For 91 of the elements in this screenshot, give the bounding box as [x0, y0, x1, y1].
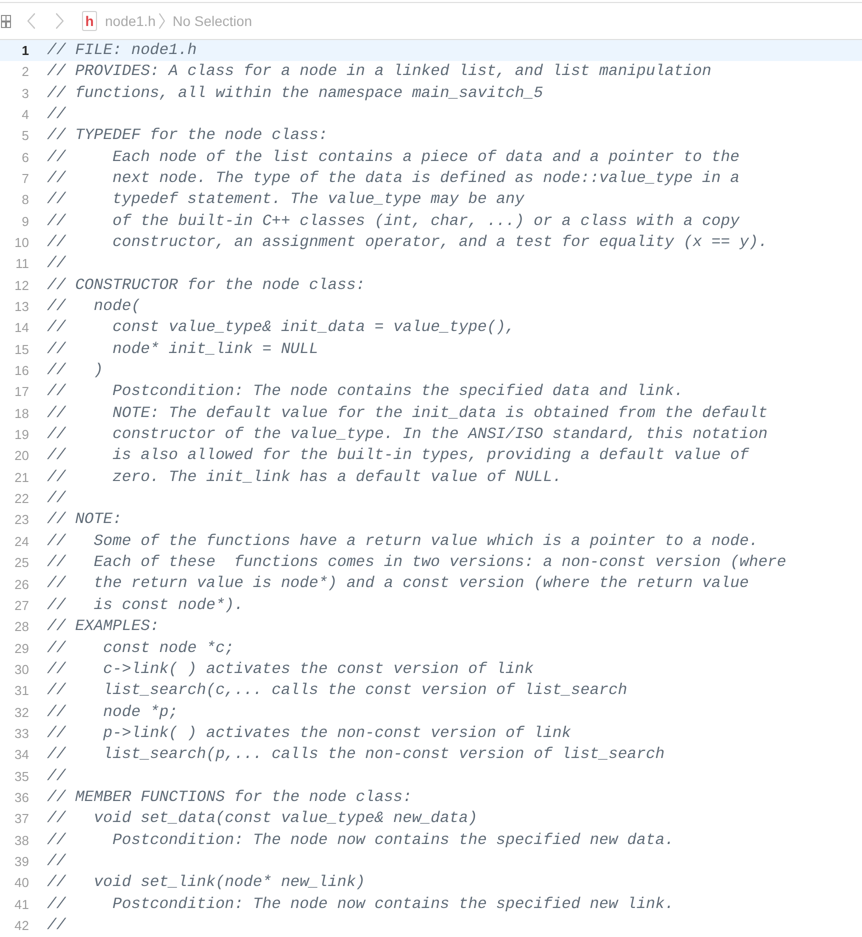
code-line: // list_search(p,... calls the non-const version of list_search — [47, 747, 665, 763]
code-line: // NOTE: The default value for the init_data is obtained from the default — [47, 406, 768, 422]
code-line: // p->link( ) activates the non-const version of link — [47, 726, 572, 742]
line-number: 40 — [14, 874, 29, 892]
line-number: 12 — [14, 276, 29, 295]
code-line: // constructor, an assignment operator, and a test for equality (x == y). — [47, 234, 768, 251]
line-number: 31 — [14, 682, 29, 700]
code-line: // — [47, 256, 66, 272]
code-line: // Postcondition: The node contains the specified data and link. — [47, 384, 684, 400]
line-number: 20 — [14, 447, 29, 466]
code-line: // — [47, 491, 66, 507]
code-line: // — [47, 854, 66, 870]
line-number: 15 — [14, 340, 29, 359]
line-number: 19 — [14, 426, 29, 444]
chevron-icon — [158, 13, 165, 29]
code-line: // c->link( ) activates the const version of link — [47, 662, 534, 678]
code-line: // Postcondition: The node now contains the specified new data. — [47, 832, 674, 848]
line-number: 14 — [14, 319, 29, 338]
line-number: 38 — [14, 832, 29, 850]
line-number: 7 — [20, 170, 29, 188]
code-line: // PROVIDES: A class for a node in a linked list, and list manipulation — [47, 64, 712, 80]
code-line: // MEMBER FUNCTIONS for the node class: — [47, 790, 412, 806]
code-line: // node *p; — [47, 704, 178, 720]
line-number: 34 — [14, 746, 29, 764]
code-line: // FILE: node1.h — [47, 42, 197, 58]
code-line: // Some of the functions have a return value which is a pointer to a node. — [47, 534, 758, 550]
line-number: 6 — [20, 148, 29, 167]
line-number: 21 — [14, 468, 29, 487]
code-line: // void set_link(node* new_link) — [47, 875, 366, 891]
line-number: 3 — [20, 84, 29, 103]
line-number: 37 — [14, 810, 29, 828]
code-line: // void set_data(const value_type& new_data) — [47, 811, 478, 827]
code-line: // is const node*). — [47, 598, 244, 614]
line-number: 9 — [20, 212, 29, 231]
code-line: // node* init_link = NULL — [47, 342, 318, 358]
line-number: 22 — [14, 490, 29, 508]
code-line: // EXAMPLES: — [47, 619, 160, 635]
line-number: 33 — [14, 724, 29, 743]
line-number: 30 — [14, 660, 29, 679]
line-number: 2 — [20, 63, 29, 82]
code-line: // is also allowed for the built-in types, providing a default value of — [47, 448, 749, 464]
line-number: 39 — [14, 852, 29, 871]
code-line: // functions, all within the namespace main_savitch_5 — [47, 86, 543, 102]
line-number: 25 — [14, 554, 29, 572]
code-line: // CONSTRUCTOR for the node class: — [47, 278, 366, 294]
line-number: 17 — [14, 383, 29, 402]
line-number: 5 — [20, 127, 29, 146]
line-number: 41 — [14, 896, 29, 914]
code-line: // Each of these functions comes in two versions: a non-const version (where — [47, 555, 786, 571]
line-number: 13 — [14, 298, 29, 316]
line-number: 28 — [14, 618, 29, 636]
code-line: // constructor of the value_type. In the ANSI/ISO standard, this notation — [47, 427, 768, 443]
line-number: 36 — [14, 788, 29, 807]
code-line: // typedef statement. The value_type may be any — [47, 192, 524, 208]
file-breadcrumb[interactable]: node1.h — [105, 14, 156, 28]
line-number: 23 — [14, 511, 29, 530]
line-number: 8 — [20, 191, 29, 210]
header-file-icon: h — [82, 11, 97, 31]
code-line: // ) — [47, 363, 104, 379]
code-line: // TYPEDEF for the node class: — [47, 128, 328, 144]
code-line: // zero. The init_link has a default value of NULL. — [47, 470, 562, 486]
line-number: 42 — [14, 917, 29, 936]
line-number: 27 — [14, 596, 29, 615]
line-number: 4 — [20, 106, 29, 124]
line-number: 18 — [14, 404, 29, 423]
code-line: // — [47, 768, 66, 784]
line-number: 16 — [14, 362, 29, 380]
line-number: 24 — [14, 532, 29, 551]
grid-icon[interactable] — [1, 14, 11, 28]
code-line: // list_search(c,... calls the const version of list_search — [47, 683, 628, 699]
code-line: // Each node of the list contains a piece of data and a pointer to the — [47, 150, 740, 166]
back-chevron-icon[interactable] — [27, 13, 35, 29]
code-line: // the return value is node*) and a const version (where the return value — [47, 576, 749, 592]
forward-chevron-icon[interactable] — [56, 13, 64, 29]
code-line: // const node *c; — [47, 640, 234, 656]
code-line: // NOTE: — [47, 512, 122, 528]
line-number: 11 — [14, 255, 29, 274]
line-number: 29 — [14, 640, 29, 658]
code-line: // of the built-in C++ classes (int, char, ...) or a class with a copy — [47, 214, 740, 230]
code-line: // — [47, 918, 66, 934]
line-number: 1 — [20, 42, 29, 60]
line-number: 35 — [14, 768, 29, 786]
code-line: // Postcondition: The node now contains the specified new link. — [47, 896, 674, 912]
code-line: // node( — [47, 299, 141, 315]
code-line: // const value_type& init_data = value_type(), — [47, 320, 515, 336]
selection-breadcrumb[interactable]: No Selection — [172, 14, 252, 28]
line-number: 10 — [14, 234, 29, 252]
line-number: 32 — [14, 704, 29, 722]
code-line: // — [47, 106, 66, 122]
code-line: // next node. The type of the data is defined as node::value_type in a — [47, 170, 740, 187]
line-number: 26 — [14, 576, 29, 594]
